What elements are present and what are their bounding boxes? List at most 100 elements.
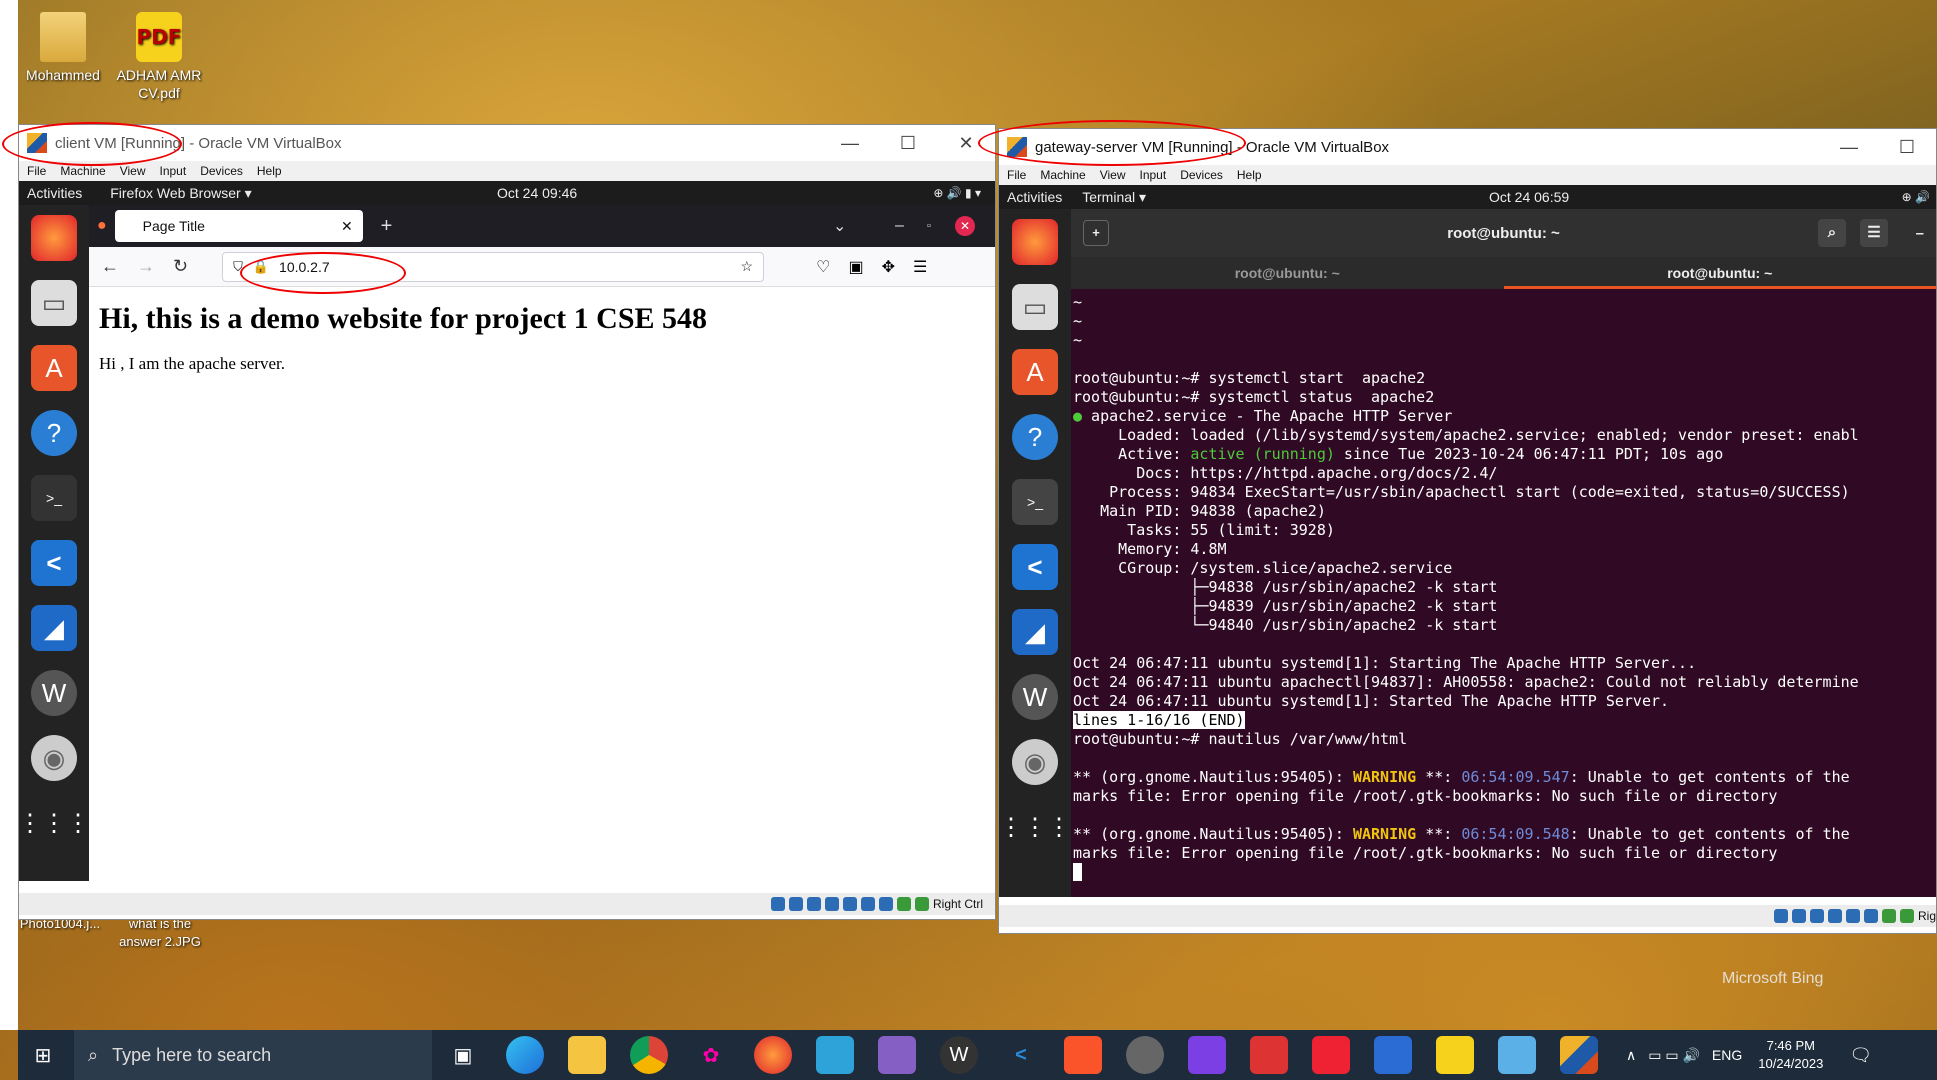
- hamburger-menu-icon[interactable]: ☰: [1860, 219, 1888, 247]
- files-icon[interactable]: ▭: [1012, 284, 1058, 330]
- cube-app-icon[interactable]: [1374, 1036, 1412, 1074]
- status-icon[interactable]: [1809, 909, 1824, 923]
- notification-icon[interactable]: 🗨: [1849, 1045, 1872, 1066]
- language-indicator[interactable]: ENG: [1712, 1047, 1742, 1063]
- status-icon[interactable]: [896, 897, 911, 911]
- disc-icon[interactable]: ◉: [31, 735, 77, 781]
- firefox-view-icon[interactable]: ●: [97, 217, 107, 235]
- ff-restore-button[interactable]: ▫: [927, 220, 931, 232]
- software-center-icon[interactable]: A: [31, 345, 77, 391]
- intellij-icon[interactable]: [1188, 1036, 1226, 1074]
- webstorm-icon[interactable]: W: [1012, 674, 1058, 720]
- status-icon[interactable]: [878, 897, 893, 911]
- pdf-viewer-icon[interactable]: [1436, 1036, 1474, 1074]
- client-vm-window[interactable]: client VM [Running] - Oracle VM VirtualB…: [18, 124, 996, 920]
- gnome-clock[interactable]: Oct 24 06:59: [1489, 189, 1569, 205]
- status-icon[interactable]: [806, 897, 821, 911]
- vscode-icon[interactable]: <: [1002, 1036, 1040, 1074]
- ff-close-button[interactable]: ✕: [955, 216, 975, 236]
- terminal-icon[interactable]: >_: [1012, 479, 1058, 525]
- firefox-icon[interactable]: [1012, 219, 1058, 265]
- minimize-button[interactable]: —: [821, 133, 879, 154]
- system-tray-icon[interactable]: ⊕ 🔊: [1902, 190, 1930, 204]
- tray-overflow-icon[interactable]: ∧: [1626, 1047, 1636, 1064]
- minimize-button[interactable]: –: [1916, 225, 1924, 242]
- start-button[interactable]: ⊞: [18, 1043, 68, 1068]
- extension-icon[interactable]: ▣: [848, 257, 863, 277]
- software-center-icon[interactable]: A: [1012, 349, 1058, 395]
- help-icon[interactable]: ?: [1012, 414, 1058, 460]
- menu-help[interactable]: Help: [1237, 168, 1262, 182]
- status-icon[interactable]: [824, 897, 839, 911]
- firefox-icon[interactable]: [31, 215, 77, 261]
- terminal-tab-active[interactable]: root@ubuntu: ~: [1503, 257, 1936, 289]
- menu-view[interactable]: View: [120, 164, 146, 178]
- desktop-icon-cv-pdf[interactable]: PDF ADHAM AMR CV.pdf: [114, 12, 204, 102]
- status-icon[interactable]: [1845, 909, 1860, 923]
- list-tabs-icon[interactable]: ⌄: [833, 216, 846, 236]
- firefox-icon[interactable]: [754, 1036, 792, 1074]
- file-explorer-icon[interactable]: [568, 1036, 606, 1074]
- new-tab-icon[interactable]: +: [1083, 220, 1109, 246]
- ff-minimize-button[interactable]: –: [895, 217, 904, 235]
- help-icon[interactable]: ?: [31, 410, 77, 456]
- app-menu[interactable]: Terminal ▾: [1082, 189, 1146, 206]
- status-icon[interactable]: [1899, 909, 1914, 923]
- activities-button[interactable]: Activities: [1007, 189, 1062, 205]
- status-icon[interactable]: [788, 897, 803, 911]
- app-grid-icon[interactable]: ⋮⋮⋮: [999, 804, 1071, 850]
- vscode-icon[interactable]: <: [1012, 544, 1058, 590]
- activities-button[interactable]: Activities: [27, 185, 82, 201]
- tray-icons[interactable]: ▭ ▭ 🔊: [1648, 1047, 1700, 1064]
- app-icon[interactable]: [1126, 1036, 1164, 1074]
- menu-devices[interactable]: Devices: [1180, 168, 1223, 182]
- menu-file[interactable]: File: [27, 164, 46, 178]
- chrome-icon[interactable]: [630, 1036, 668, 1074]
- status-icon[interactable]: [1863, 909, 1878, 923]
- new-tab-button[interactable]: +: [381, 215, 393, 238]
- app-icon[interactable]: [1498, 1036, 1536, 1074]
- status-icon[interactable]: [1827, 909, 1842, 923]
- taskbar-clock[interactable]: 7:46 PM 10/24/2023: [1758, 1037, 1823, 1073]
- gateway-vm-window[interactable]: gateway-server VM [Running] - Oracle VM …: [998, 128, 1937, 934]
- menu-file[interactable]: File: [1007, 168, 1026, 182]
- back-button[interactable]: ←: [101, 256, 119, 277]
- disc-icon[interactable]: ◉: [1012, 739, 1058, 785]
- menu-view[interactable]: View: [1100, 168, 1126, 182]
- status-icon[interactable]: [860, 897, 875, 911]
- app-grid-icon[interactable]: ⋮⋮⋮: [18, 800, 90, 846]
- menu-input[interactable]: Input: [1140, 168, 1167, 182]
- acrobat-icon[interactable]: [1312, 1036, 1350, 1074]
- search-icon[interactable]: ⌕: [1818, 219, 1846, 247]
- forward-button[interactable]: →: [137, 256, 155, 277]
- gnome-clock[interactable]: Oct 24 09:46: [497, 185, 577, 201]
- menu-help[interactable]: Help: [257, 164, 282, 178]
- pocket-icon[interactable]: ♡: [816, 257, 830, 277]
- status-icon[interactable]: [914, 897, 929, 911]
- wireshark-icon[interactable]: ◢: [1012, 609, 1058, 655]
- extensions-puzzle-icon[interactable]: ✥: [882, 257, 895, 277]
- webstorm-icon[interactable]: W: [31, 670, 77, 716]
- pdf-app-icon[interactable]: [1250, 1036, 1288, 1074]
- status-icon[interactable]: [842, 897, 857, 911]
- edge-icon[interactable]: [506, 1036, 544, 1074]
- bookmark-star-icon[interactable]: ☆: [741, 258, 754, 275]
- desktop-icon-mohammed[interactable]: Mohammed: [18, 12, 108, 84]
- minimize-button[interactable]: —: [1820, 137, 1878, 158]
- menu-devices[interactable]: Devices: [200, 164, 243, 178]
- brave-icon[interactable]: [1064, 1036, 1102, 1074]
- menu-machine[interactable]: Machine: [60, 164, 105, 178]
- status-icon[interactable]: [1773, 909, 1788, 923]
- maximize-button[interactable]: ☐: [879, 133, 937, 154]
- hamburger-menu-icon[interactable]: ☰: [913, 257, 927, 277]
- terminal-output[interactable]: ~ ~ ~ root@ubuntu:~# systemctl start apach…: [1071, 289, 1936, 897]
- reload-button[interactable]: ↻: [173, 256, 188, 277]
- taskbar-search[interactable]: ⌕ Type here to search: [74, 1030, 432, 1080]
- maximize-button[interactable]: ☐: [1878, 137, 1936, 158]
- app-icon[interactable]: ✿: [692, 1036, 730, 1074]
- status-icon[interactable]: [1881, 909, 1896, 923]
- vscode-icon[interactable]: <: [31, 540, 77, 586]
- menu-machine[interactable]: Machine: [1040, 168, 1085, 182]
- menu-input[interactable]: Input: [160, 164, 187, 178]
- desktop-icon-answer-jpg[interactable]: what is the answer 2.JPG: [112, 915, 208, 951]
